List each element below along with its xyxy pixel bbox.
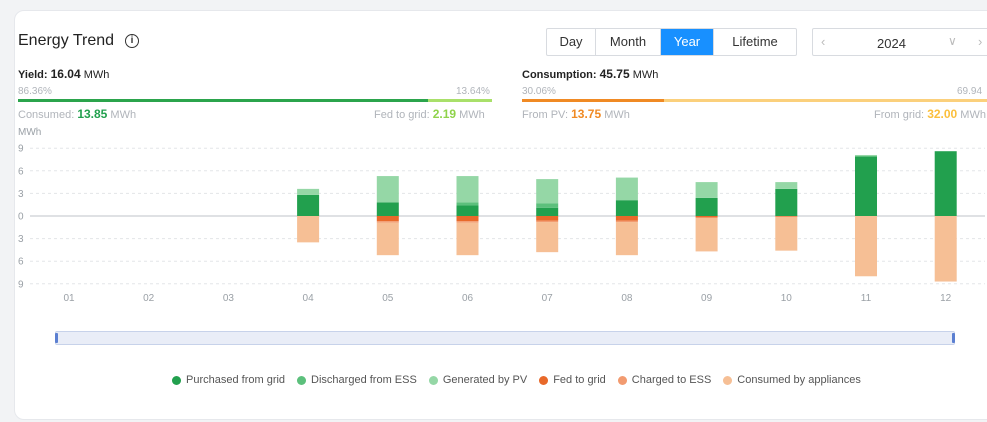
bar-segment[interactable] bbox=[934, 216, 957, 282]
x-tick-label: 04 bbox=[303, 293, 315, 304]
bar-segment[interactable] bbox=[297, 188, 320, 195]
bar-segment[interactable] bbox=[376, 222, 399, 256]
slider-handle-left[interactable] bbox=[55, 333, 58, 343]
bar-segment[interactable] bbox=[695, 216, 718, 218]
y-tick-label: 9 bbox=[18, 144, 24, 155]
bar-segment[interactable] bbox=[695, 182, 718, 198]
y-axis-unit: MWh bbox=[18, 127, 41, 138]
bar-segment[interactable] bbox=[775, 216, 798, 251]
bar-segment[interactable] bbox=[376, 221, 399, 223]
bar-segment[interactable] bbox=[615, 216, 638, 221]
x-tick-label: 03 bbox=[223, 293, 235, 304]
y-tick-label: 6 bbox=[18, 257, 24, 268]
x-tick-label: 05 bbox=[382, 293, 394, 304]
y-tick-label: 9 bbox=[18, 279, 24, 290]
legend-dot-icon bbox=[723, 375, 733, 385]
legend-item[interactable]: Consumed by appliances bbox=[723, 374, 861, 386]
bar-segment[interactable] bbox=[376, 202, 399, 216]
x-tick-label: 12 bbox=[940, 293, 952, 304]
bar-segment[interactable] bbox=[456, 222, 479, 256]
bar-segment[interactable] bbox=[615, 200, 638, 216]
legend-dot-icon bbox=[539, 375, 549, 385]
y-tick-label: 6 bbox=[18, 166, 24, 177]
legend-item[interactable]: Generated by PV bbox=[428, 374, 528, 386]
x-tick-label: 02 bbox=[143, 293, 155, 304]
bar-segment[interactable] bbox=[536, 220, 559, 223]
x-tick-label: 06 bbox=[462, 293, 474, 304]
bar-segment[interactable] bbox=[695, 197, 718, 216]
bar-segment[interactable] bbox=[536, 216, 559, 221]
legend-dot-icon bbox=[617, 375, 627, 385]
legend-item[interactable]: Discharged from ESS bbox=[297, 374, 417, 386]
legend-item[interactable]: Fed to grid bbox=[539, 374, 606, 386]
energy-bar-chart: MWh 9630369 01 02 03 04 05 06 07 08 09 10 11 12 bbox=[18, 127, 985, 304]
y-tick-label: 3 bbox=[18, 189, 24, 200]
bar-segment[interactable] bbox=[775, 188, 798, 216]
bar-segment[interactable] bbox=[456, 221, 479, 223]
bar-segment[interactable] bbox=[536, 179, 559, 204]
legend-label: Consumed by appliances bbox=[737, 374, 861, 386]
bar-segment[interactable] bbox=[855, 216, 877, 277]
bar-segment[interactable] bbox=[615, 177, 638, 201]
legend-label: Purchased from grid bbox=[186, 374, 286, 386]
bar-segment[interactable] bbox=[456, 176, 479, 203]
legend-label: Discharged from ESS bbox=[311, 374, 417, 386]
bar-segment[interactable] bbox=[615, 222, 638, 256]
bar-segment[interactable] bbox=[775, 182, 798, 189]
legend-label: Charged to ESS bbox=[631, 374, 712, 386]
bar-segment[interactable] bbox=[297, 216, 320, 243]
legend-item[interactable]: Purchased from grid bbox=[172, 374, 285, 386]
bar-segment[interactable] bbox=[855, 154, 877, 157]
bar-segment[interactable] bbox=[536, 222, 559, 253]
bar-segment[interactable] bbox=[536, 203, 559, 208]
legend-dot-icon bbox=[297, 375, 307, 385]
x-tick-label: 07 bbox=[542, 293, 554, 304]
legend-dot-icon bbox=[172, 375, 181, 385]
bar-segment[interactable] bbox=[376, 216, 399, 222]
bar-segment[interactable] bbox=[695, 217, 718, 252]
bar-segment[interactable] bbox=[934, 151, 957, 216]
legend-label: Generated by PV bbox=[442, 374, 528, 386]
bar-segment[interactable] bbox=[775, 216, 798, 217]
bar-segment[interactable] bbox=[456, 216, 479, 222]
x-tick-label: 11 bbox=[861, 293, 872, 304]
x-tick-label: 01 bbox=[63, 293, 75, 304]
bar-segment[interactable] bbox=[376, 176, 399, 203]
bar-segment[interactable] bbox=[456, 205, 479, 216]
chart-legend: Purchased from grid Discharged from ESS Ge… bbox=[172, 374, 873, 386]
bar-segment[interactable] bbox=[615, 220, 638, 223]
legend-label: Fed to grid bbox=[553, 374, 606, 386]
bar-segment[interactable] bbox=[456, 202, 479, 206]
bar-segment[interactable] bbox=[297, 194, 320, 216]
legend-dot-icon bbox=[428, 375, 438, 385]
x-tick-label: 10 bbox=[781, 293, 793, 304]
bar-segment[interactable] bbox=[536, 207, 559, 216]
x-tick-label: 09 bbox=[701, 293, 713, 304]
y-tick-label: 3 bbox=[18, 234, 24, 245]
slider-handle-right[interactable] bbox=[952, 333, 955, 343]
legend-item[interactable]: Charged to ESS bbox=[617, 374, 712, 386]
zoom-slider[interactable] bbox=[55, 331, 955, 345]
bar-segment[interactable] bbox=[855, 156, 877, 216]
x-tick-label: 08 bbox=[621, 293, 633, 304]
y-tick-label: 0 bbox=[18, 212, 24, 223]
